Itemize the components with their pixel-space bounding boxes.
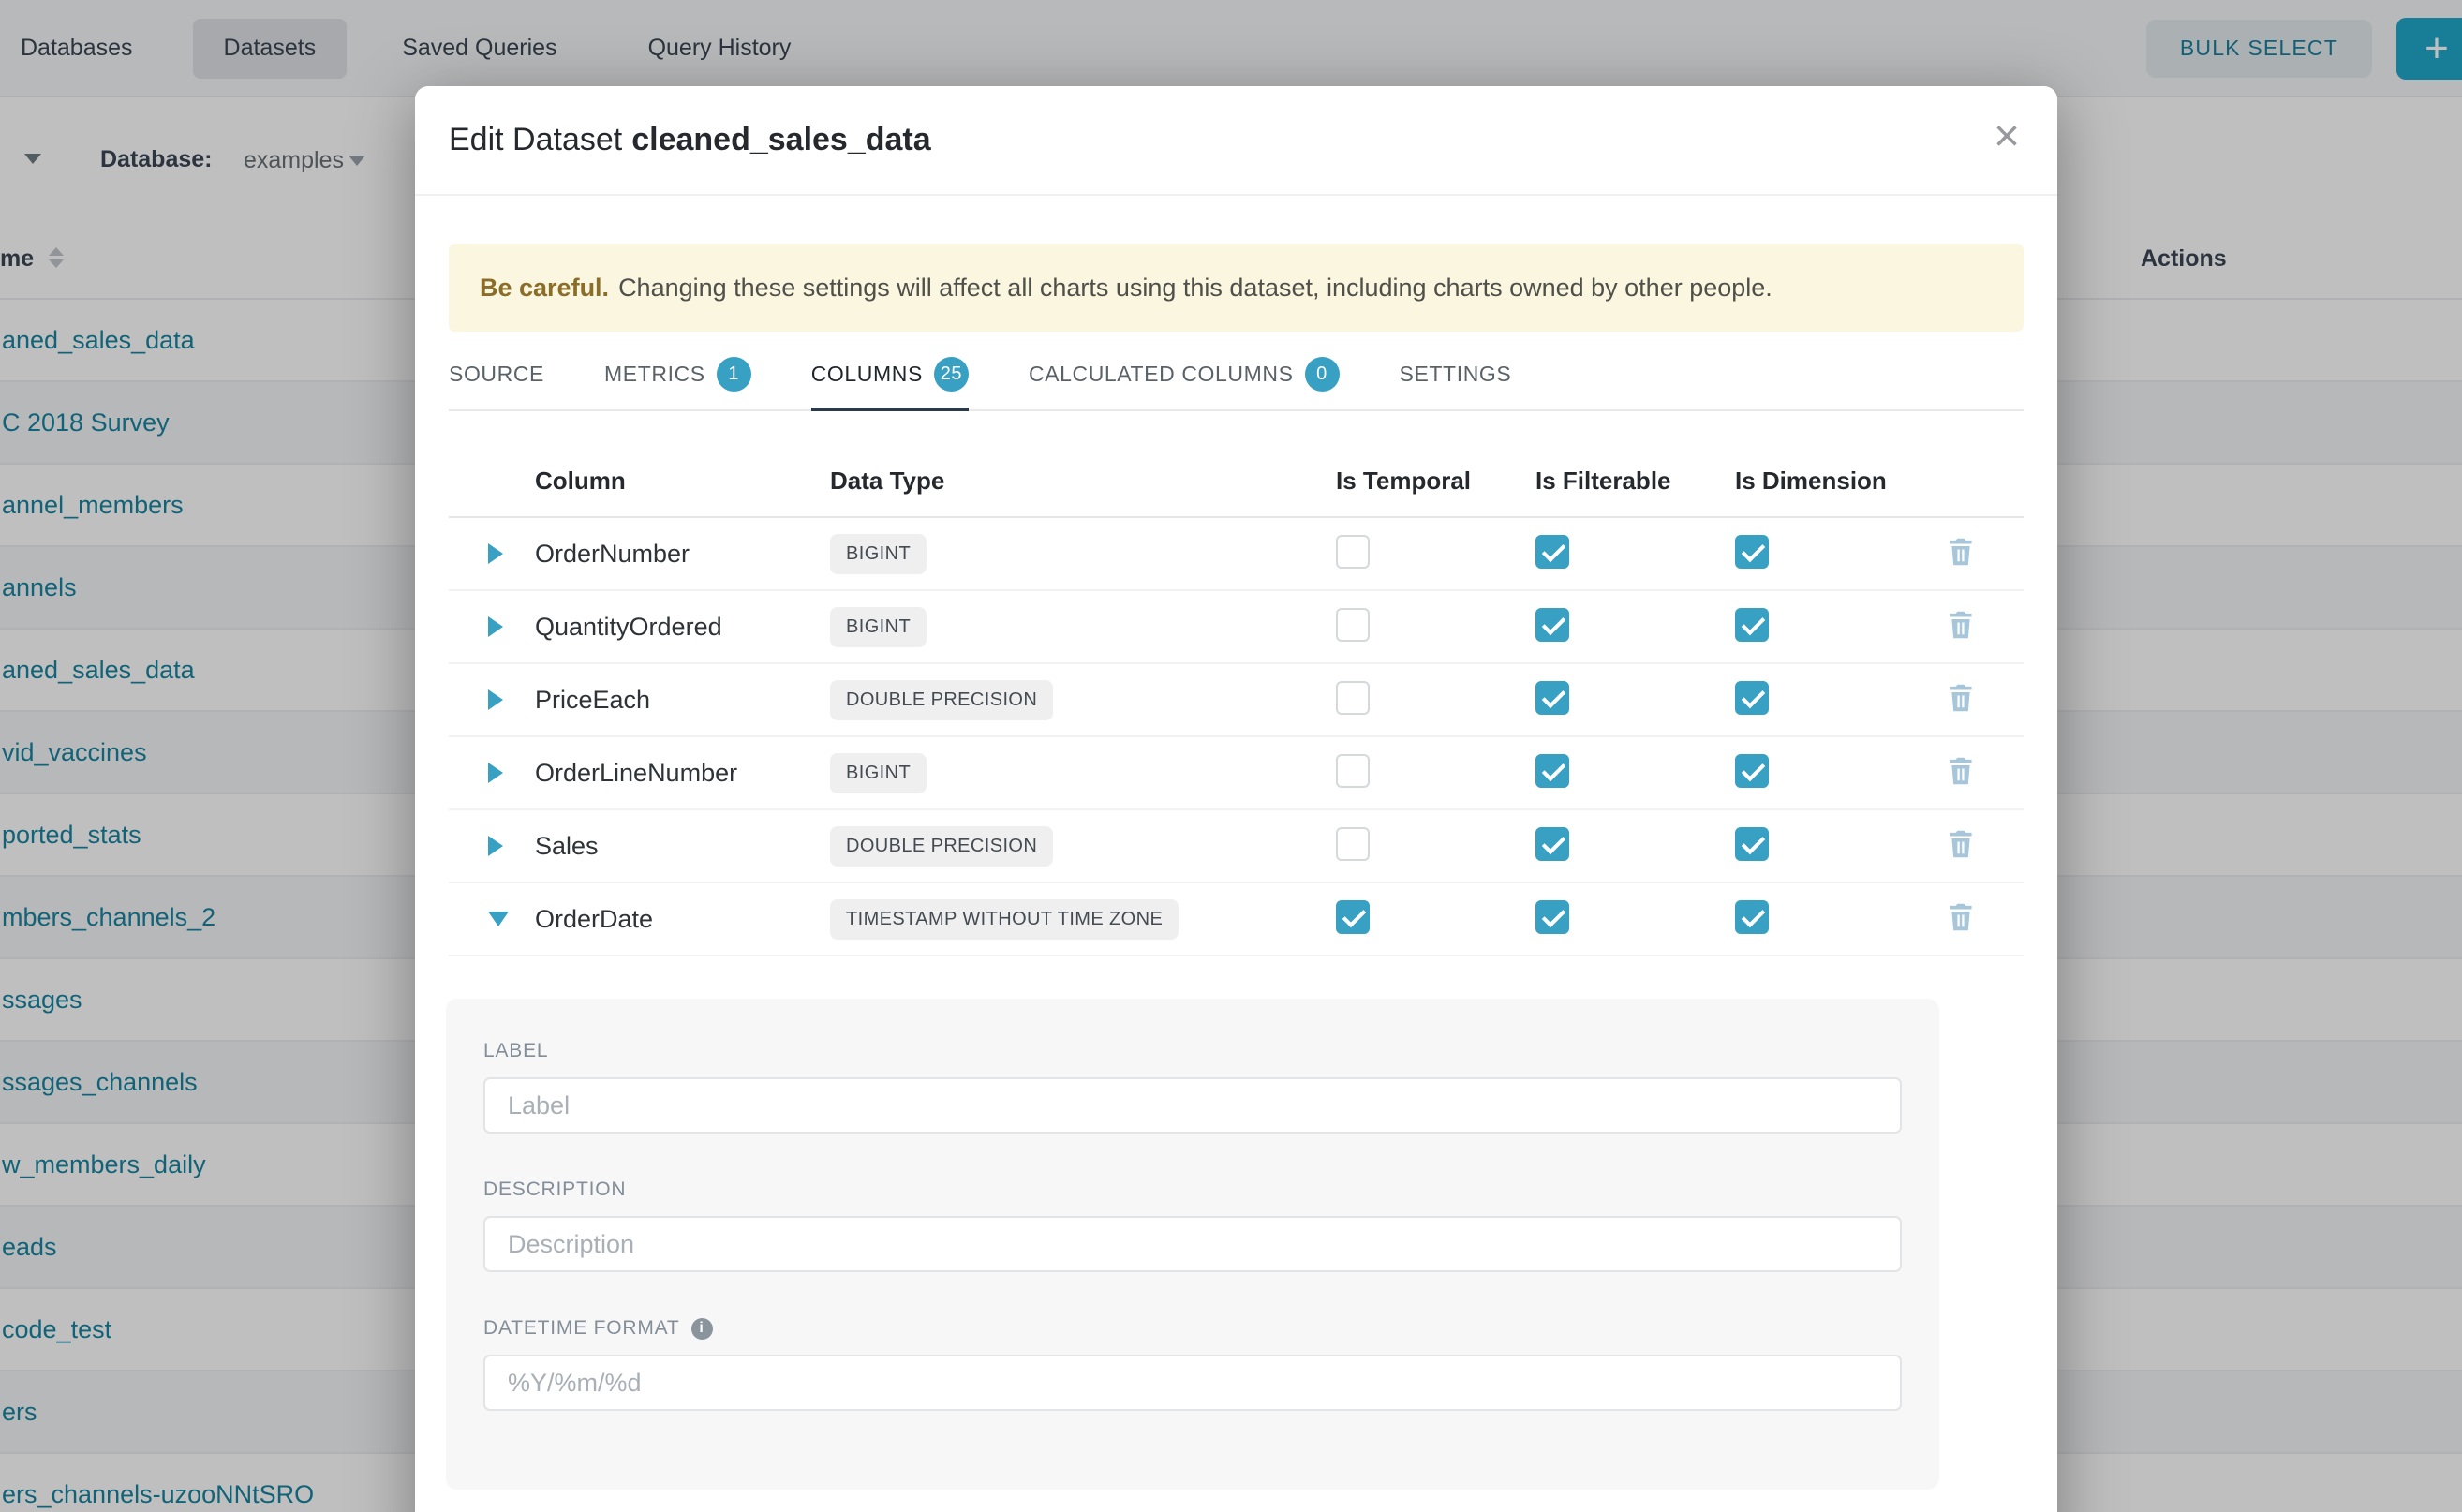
columns-table: Column Data Type Is Temporal Is Filterab…	[449, 411, 2024, 956]
tab-label: METRICS	[604, 362, 705, 387]
label-input[interactable]	[483, 1077, 1902, 1134]
description-input[interactable]	[483, 1216, 1902, 1272]
column-row: OrderLineNumber BIGINT	[449, 737, 2024, 810]
tab-metrics[interactable]: METRICS 1	[604, 339, 751, 409]
column-name: PriceEach	[535, 686, 830, 715]
warning-banner-title: Be careful.	[480, 274, 609, 303]
modal-header: Edit Dataset cleaned_sales_data ×	[415, 86, 2057, 196]
is-dimension-checkbox[interactable]	[1735, 681, 1769, 715]
delete-column-icon[interactable]	[1947, 756, 1975, 789]
data-type-pill: TIMESTAMP WITHOUT TIME ZONE	[830, 899, 1179, 940]
tab-label: COLUMNS	[811, 362, 923, 387]
is-filterable-checkbox[interactable]	[1535, 827, 1569, 861]
data-type-pill: DOUBLE PRECISION	[830, 680, 1053, 720]
datetime-format-field-label: DATETIME FORMAT	[483, 1317, 1902, 1340]
column-name: Sales	[535, 832, 830, 861]
tab-source[interactable]: SOURCE	[449, 339, 544, 409]
edit-dataset-modal: Edit Dataset cleaned_sales_data × Be care…	[415, 86, 2057, 1512]
metrics-count-badge: 1	[717, 357, 751, 392]
modal-title-dataset-name: cleaned_sales_data	[631, 122, 930, 157]
data-type-pill: BIGINT	[830, 534, 927, 574]
expand-caret-icon[interactable]	[488, 689, 535, 710]
data-type-pill: BIGINT	[830, 753, 927, 793]
column-row: PriceEach DOUBLE PRECISION	[449, 664, 2024, 737]
data-type-header: Data Type	[830, 467, 1336, 496]
expand-caret-icon[interactable]	[488, 836, 535, 856]
column-name: OrderDate	[535, 905, 830, 934]
is-filterable-checkbox[interactable]	[1535, 535, 1569, 569]
data-type-pill: DOUBLE PRECISION	[830, 826, 1053, 867]
delete-column-icon[interactable]	[1947, 902, 1975, 935]
modal-tabs: SOURCE METRICS 1 COLUMNS 25 CALCULATED C…	[449, 332, 2024, 411]
tab-settings[interactable]: SETTINGS	[1400, 339, 1512, 409]
is-temporal-checkbox[interactable]	[1336, 608, 1370, 642]
delete-column-icon[interactable]	[1947, 683, 1975, 716]
column-name: QuantityOrdered	[535, 613, 830, 642]
expand-caret-icon[interactable]	[488, 543, 535, 564]
is-filterable-checkbox[interactable]	[1535, 754, 1569, 788]
data-type-pill: BIGINT	[830, 607, 927, 647]
column-name: OrderNumber	[535, 540, 830, 569]
column-row: OrderDate TIMESTAMP WITHOUT TIME ZONE	[449, 883, 2024, 956]
tab-calculated-columns[interactable]: CALCULATED COLUMNS 0	[1029, 339, 1340, 409]
tab-label: SOURCE	[449, 362, 544, 387]
description-field-label: DESCRIPTION	[483, 1178, 1902, 1201]
is-dimension-checkbox[interactable]	[1735, 827, 1769, 861]
column-row: QuantityOrdered BIGINT	[449, 591, 2024, 664]
expand-caret-icon[interactable]	[488, 616, 535, 637]
is-filterable-checkbox[interactable]	[1535, 681, 1569, 715]
datetime-format-input[interactable]	[483, 1355, 1902, 1411]
collapse-caret-icon[interactable]	[488, 912, 535, 926]
columns-table-header: Column Data Type Is Temporal Is Filterab…	[449, 411, 2024, 518]
warning-banner: Be careful. Changing these settings will…	[449, 244, 2024, 332]
is-dimension-checkbox[interactable]	[1735, 900, 1769, 934]
tab-label: SETTINGS	[1400, 362, 1512, 387]
calculated-columns-count-badge: 0	[1305, 357, 1340, 392]
is-temporal-checkbox[interactable]	[1336, 827, 1370, 861]
is-temporal-checkbox[interactable]	[1336, 900, 1370, 934]
delete-column-icon[interactable]	[1947, 610, 1975, 643]
tab-label: CALCULATED COLUMNS	[1029, 362, 1294, 387]
columns-count-badge: 25	[934, 357, 969, 392]
column-row: Sales DOUBLE PRECISION	[449, 810, 2024, 883]
modal-title: Edit Dataset cleaned_sales_data	[449, 122, 931, 158]
column-row: OrderNumber BIGINT	[449, 518, 2024, 591]
label-field-label: LABEL	[483, 1040, 1902, 1062]
is-dimension-checkbox[interactable]	[1735, 535, 1769, 569]
info-icon[interactable]	[691, 1318, 713, 1340]
datetime-format-label-text: DATETIME FORMAT	[483, 1317, 680, 1340]
column-name: OrderLineNumber	[535, 759, 830, 788]
column-detail-panel: LABEL DESCRIPTION DATETIME FORMAT	[446, 999, 1939, 1490]
is-filterable-checkbox[interactable]	[1535, 608, 1569, 642]
is-dimension-checkbox[interactable]	[1735, 608, 1769, 642]
delete-column-icon[interactable]	[1947, 537, 1975, 570]
tab-columns[interactable]: COLUMNS 25	[811, 339, 969, 409]
is-dimension-checkbox[interactable]	[1735, 754, 1769, 788]
warning-banner-text: Changing these settings will affect all …	[618, 274, 1772, 303]
is-dimension-header: Is Dimension	[1735, 467, 1941, 496]
is-filterable-checkbox[interactable]	[1535, 900, 1569, 934]
is-filterable-header: Is Filterable	[1535, 467, 1735, 496]
is-temporal-checkbox[interactable]	[1336, 754, 1370, 788]
is-temporal-checkbox[interactable]	[1336, 535, 1370, 569]
is-temporal-header: Is Temporal	[1336, 467, 1535, 496]
column-header: Column	[535, 467, 830, 496]
delete-column-icon[interactable]	[1947, 829, 1975, 862]
close-icon[interactable]: ×	[1994, 114, 2020, 159]
modal-title-prefix: Edit Dataset	[449, 122, 622, 157]
is-temporal-checkbox[interactable]	[1336, 681, 1370, 715]
expand-caret-icon[interactable]	[488, 763, 535, 783]
